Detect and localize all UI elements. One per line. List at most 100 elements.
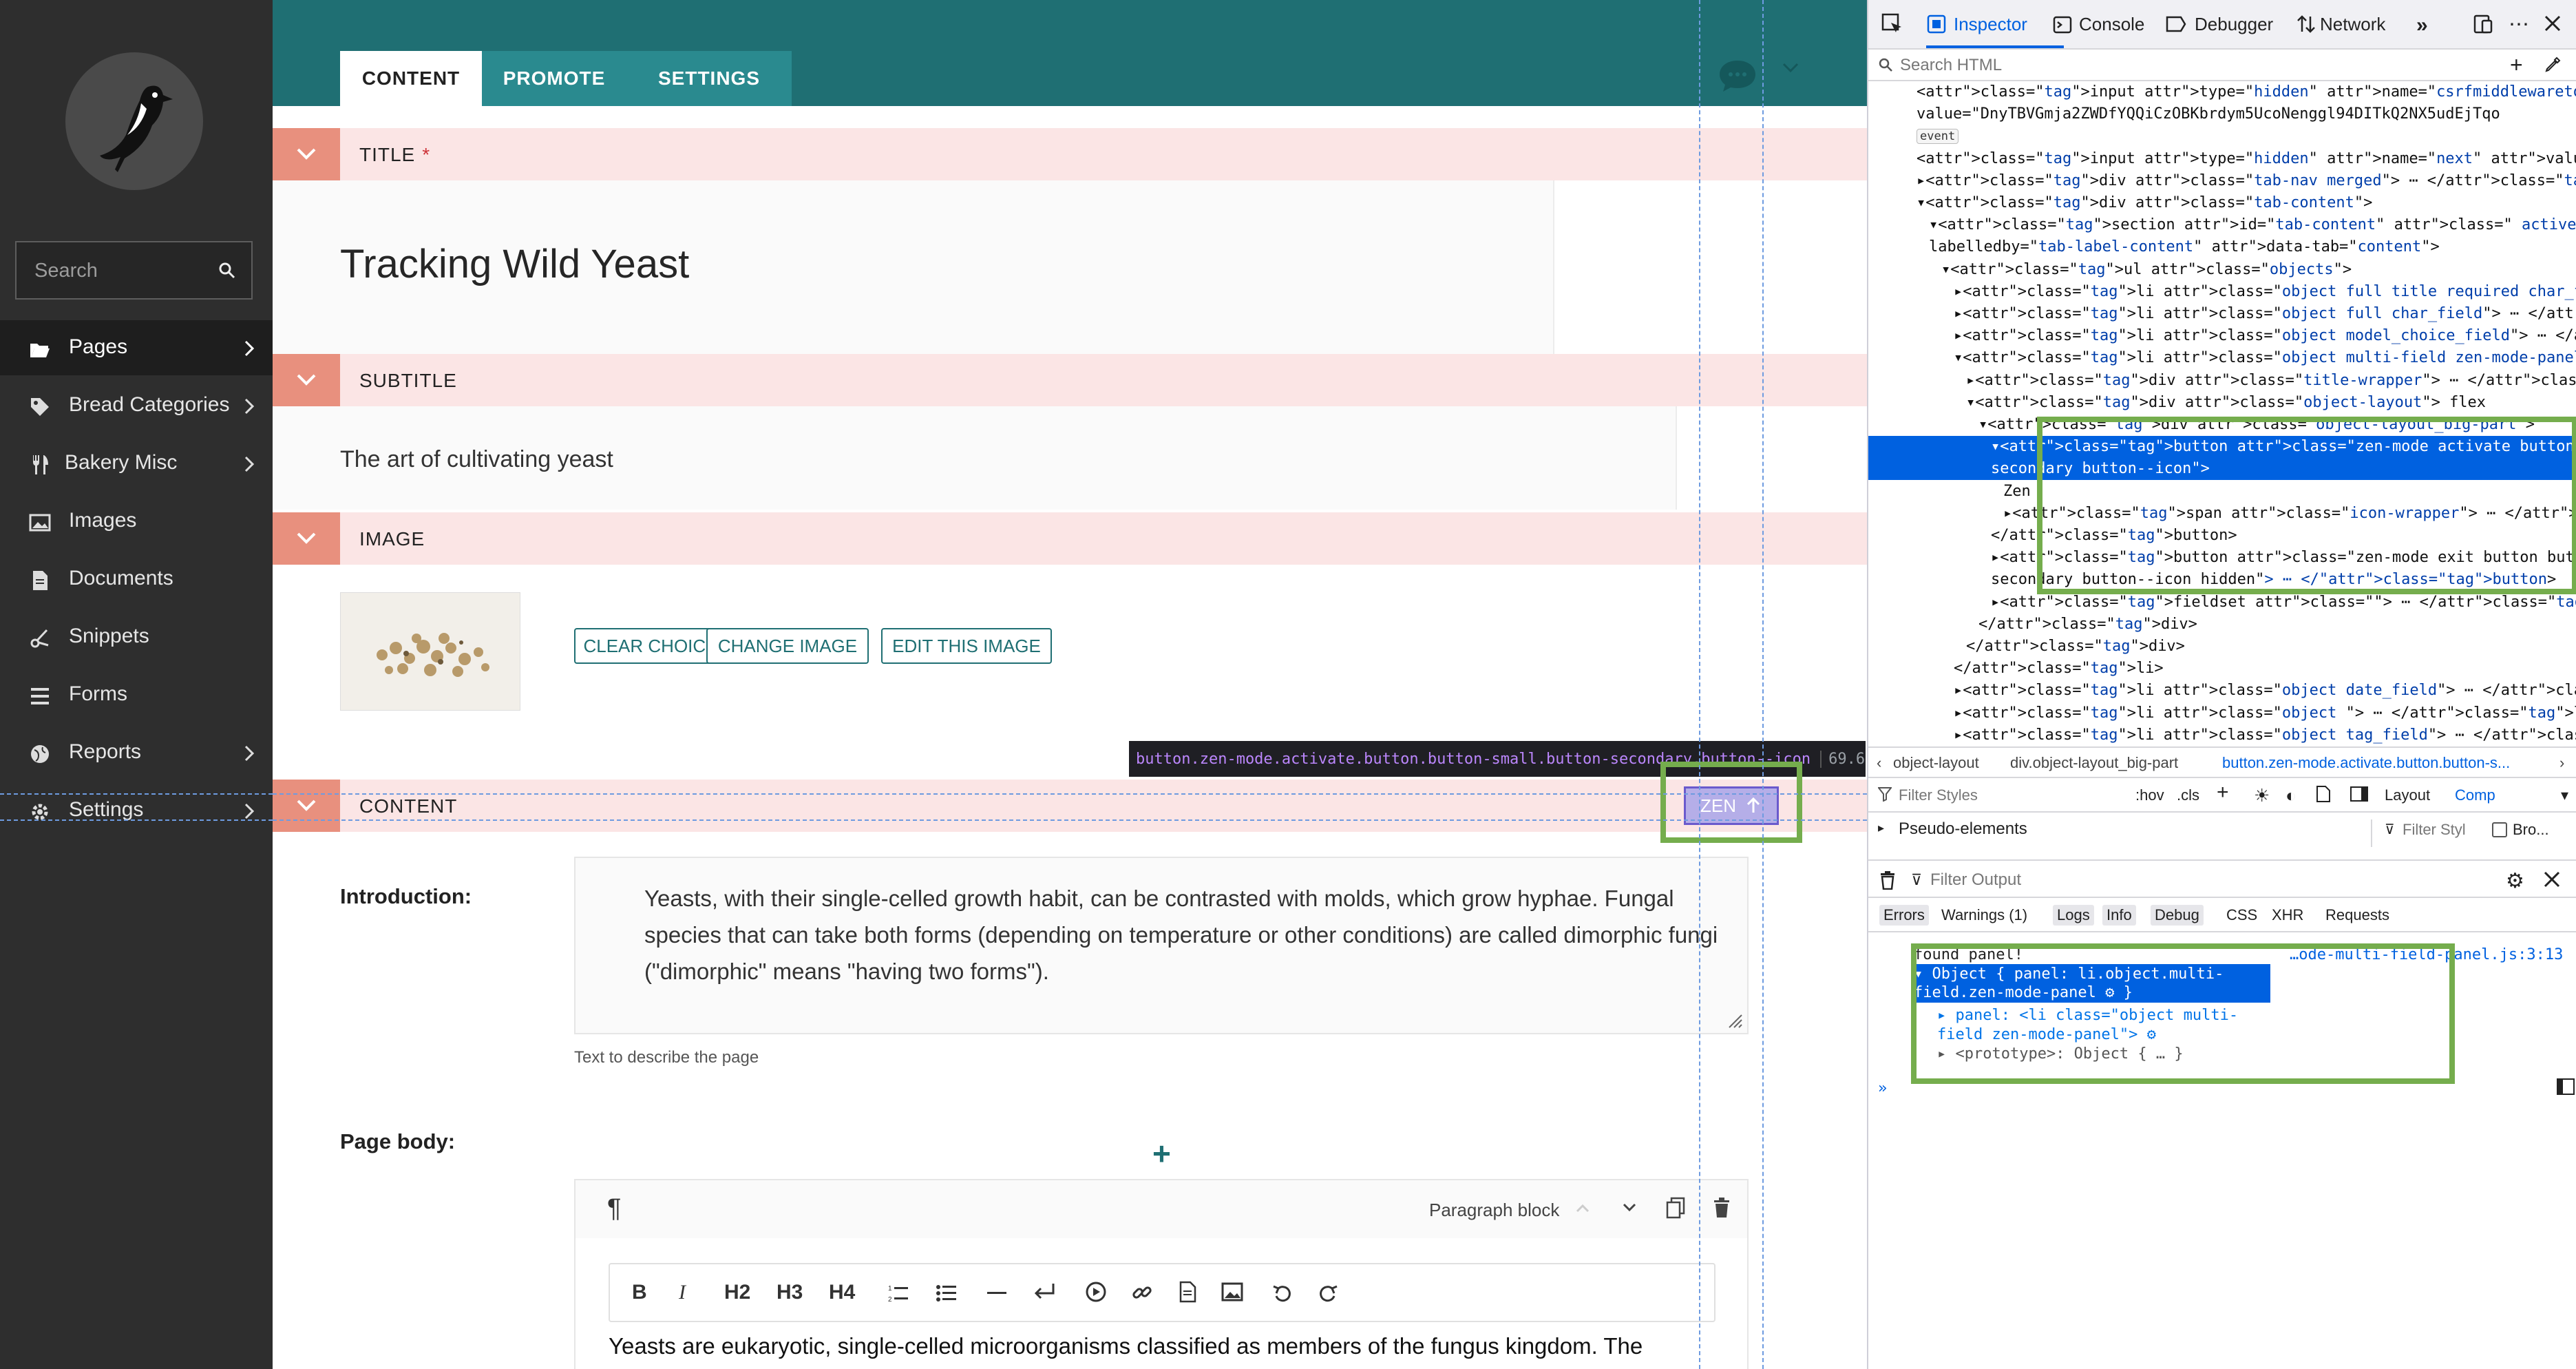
tab-debugger[interactable]: Debugger: [2195, 14, 2273, 35]
document-link-icon[interactable]: [1179, 1281, 1196, 1303]
breadcrumb-item[interactable]: object-layout: [1893, 748, 1979, 777]
split-console-icon[interactable]: [2557, 1078, 2575, 1095]
breadcrumb-item[interactable]: div.object-layout_big-part: [2010, 748, 2178, 777]
console-prompt-icon[interactable]: »: [1878, 1080, 1887, 1097]
computed-filter-input[interactable]: Filter Styl: [2403, 821, 2466, 839]
filter-info[interactable]: Info: [2102, 905, 2136, 926]
dom-node[interactable]: <attr">class="tag">input attr">type="hid…: [1868, 148, 2576, 170]
duplicate-icon[interactable]: [1666, 1197, 1685, 1219]
chevron-left-icon[interactable]: ‹: [1877, 748, 1881, 777]
edit-image-button[interactable]: EDIT THIS IMAGE: [881, 628, 1052, 664]
search-icon[interactable]: [218, 262, 236, 280]
panel-toggle[interactable]: [273, 354, 340, 406]
wagtail-logo[interactable]: [65, 52, 203, 190]
add-block-icon[interactable]: +: [1152, 1135, 1171, 1172]
toggle-sidebar-icon[interactable]: [2350, 786, 2368, 802]
sidebar-search[interactable]: Search: [15, 241, 253, 300]
filter-output-input[interactable]: Filter Output: [1930, 870, 2021, 890]
html-search-bar[interactable]: Search HTML +: [1868, 50, 2576, 81]
clear-choice-button[interactable]: CLEAR CHOICE: [574, 628, 727, 664]
image-insert-icon[interactable]: [1221, 1282, 1243, 1302]
filter-styles-input[interactable]: Filter Styles: [1899, 786, 1978, 804]
menu-icon[interactable]: ⋯: [2509, 12, 2529, 36]
chevron-right-icon[interactable]: ›: [2559, 748, 2564, 777]
tab-network[interactable]: Network: [2320, 14, 2385, 35]
dark-scheme-icon[interactable]: ◐: [2285, 785, 2297, 806]
h4-button[interactable]: H4: [829, 1281, 855, 1304]
sidebar-item-settings[interactable]: Settings: [0, 783, 273, 838]
page-body-text[interactable]: Yeasts are eukaryotic, single-celled mic…: [609, 1333, 1717, 1359]
panel-toggle[interactable]: [273, 512, 340, 565]
computed-tab[interactable]: Comp: [2455, 786, 2495, 804]
dom-node[interactable]: </attr">class="tag">div>: [1868, 636, 2576, 658]
subtitle-value[interactable]: The art of cultivating yeast: [340, 446, 613, 473]
filter-warnings[interactable]: Warnings (1): [1941, 906, 2027, 924]
dom-node[interactable]: ▸<attr">class="tag">div attr">class="tit…: [1868, 370, 2576, 392]
filter-logs[interactable]: Logs: [2053, 905, 2094, 926]
dom-node[interactable]: </attr">class="tag">li>: [1868, 658, 2576, 680]
ordered-list-icon[interactable]: 12: [888, 1284, 909, 1303]
redo-icon[interactable]: [1318, 1284, 1338, 1304]
sidebar-item-bread-categories[interactable]: Bread Categories: [0, 378, 273, 433]
dom-node[interactable]: ▸<attr">class="tag">li attr">class="obje…: [1868, 281, 2576, 303]
panel-toggle[interactable]: [273, 128, 340, 180]
embed-icon[interactable]: [1085, 1281, 1107, 1303]
line-break-icon[interactable]: [1033, 1282, 1056, 1303]
dom-node[interactable]: ▸<attr">class="tag">fieldset attr">class…: [1868, 592, 2576, 614]
comment-icon[interactable]: [1717, 58, 1758, 94]
h3-button[interactable]: H3: [777, 1281, 803, 1304]
panel-toggle[interactable]: [273, 780, 340, 832]
sidebar-item-images[interactable]: Images: [0, 494, 273, 549]
dom-node[interactable]: ▾<attr">class="tag">div attr">class="tab…: [1868, 192, 2576, 214]
settings-gear-icon[interactable]: ⚙: [2506, 869, 2524, 893]
breadcrumb-item[interactable]: button.zen-mode.activate.button.button-s…: [2222, 748, 2510, 777]
filter-requests[interactable]: Requests: [2325, 906, 2389, 924]
dom-node[interactable]: value="DnyTBVGmja2ZWDfYQQiCzOBKbrdym5Uco…: [1868, 103, 2576, 125]
pseudo-elements-row[interactable]: ▸ Pseudo-elements ⊽ Filter Styl Bro...: [1868, 813, 2576, 847]
tab-settings[interactable]: SETTINGS: [626, 51, 792, 106]
dom-node[interactable]: ▸<attr">class="tag">div attr">class="tab…: [1868, 170, 2576, 192]
introduction-field[interactable]: Yeasts, with their single-celled growth …: [574, 857, 1749, 1034]
layout-tab[interactable]: Layout: [2385, 786, 2430, 804]
dom-node[interactable]: <attr">class="tag">input attr">type="hid…: [1868, 81, 2576, 103]
dom-tree[interactable]: <attr">class="tag">input attr">type="hid…: [1868, 81, 2576, 749]
dom-node[interactable]: labelledby="tab-label-content" attr">dat…: [1868, 236, 2576, 258]
tab-inspector[interactable]: Inspector: [1954, 14, 2027, 35]
filter-xhr[interactable]: XHR: [2272, 906, 2303, 924]
event-badge[interactable]: event: [1917, 129, 1959, 145]
h2-button[interactable]: H2: [724, 1281, 750, 1304]
add-node-icon[interactable]: +: [2510, 52, 2523, 78]
close-icon[interactable]: [2543, 870, 2561, 888]
page-body-field[interactable]: ¶ Paragraph block B I H2 H3 H4 12 Yeasts…: [574, 1179, 1749, 1369]
move-up-icon[interactable]: [1575, 1202, 1590, 1213]
dom-node[interactable]: ▾<attr">class="tag">ul attr">class="obje…: [1868, 259, 2576, 281]
sidebar-item-bakery-misc[interactable]: Bakery Misc: [0, 436, 273, 491]
dom-node[interactable]: ▸<attr">class="tag">li attr">class="obje…: [1868, 680, 2576, 702]
browser-styles-checkbox[interactable]: [2492, 822, 2507, 837]
responsive-design-icon[interactable]: [2473, 14, 2493, 34]
dom-node[interactable]: </attr">class="tag">div>: [1868, 614, 2576, 636]
eyedropper-icon[interactable]: [2544, 56, 2561, 73]
tab-content[interactable]: CONTENT: [340, 51, 482, 106]
dom-node[interactable]: ▸<attr">class="tag">li attr">class="obje…: [1868, 724, 2576, 746]
close-icon[interactable]: [2543, 14, 2562, 33]
dom-node[interactable]: ▸<attr">class="tag">li attr">class="obje…: [1868, 702, 2576, 724]
change-image-button[interactable]: CHANGE IMAGE: [706, 628, 869, 664]
sidebar-item-pages[interactable]: Pages: [0, 320, 273, 375]
filter-debug[interactable]: Debug: [2151, 905, 2204, 926]
dom-node[interactable]: ▸<attr">class="tag">li attr">class="obje…: [1868, 325, 2576, 347]
dom-node[interactable]: ▾<attr">class="tag">li attr">class="obje…: [1868, 347, 2576, 369]
dom-node[interactable]: ▾<attr">class="tag">section attr">id="ta…: [1868, 214, 2576, 236]
delete-icon[interactable]: [1713, 1197, 1731, 1219]
class-toggle[interactable]: .cls: [2177, 786, 2199, 804]
dom-node[interactable]: ▸<attr">class="tag">li attr">class="obje…: [1868, 303, 2576, 325]
horizontal-rule-icon[interactable]: [987, 1292, 1006, 1295]
dom-node[interactable]: ▾<attr">class="tag">div attr">class="obj…: [1868, 392, 2576, 414]
sidebar-item-forms[interactable]: Forms: [0, 667, 273, 722]
tab-console[interactable]: Console: [2079, 14, 2144, 35]
more-tabs-icon[interactable]: »: [2416, 14, 2428, 37]
sidebar-item-documents[interactable]: Documents: [0, 552, 273, 607]
trash-icon[interactable]: [1879, 870, 1896, 890]
bold-button[interactable]: B: [632, 1281, 647, 1304]
print-media-icon[interactable]: [2316, 785, 2331, 803]
